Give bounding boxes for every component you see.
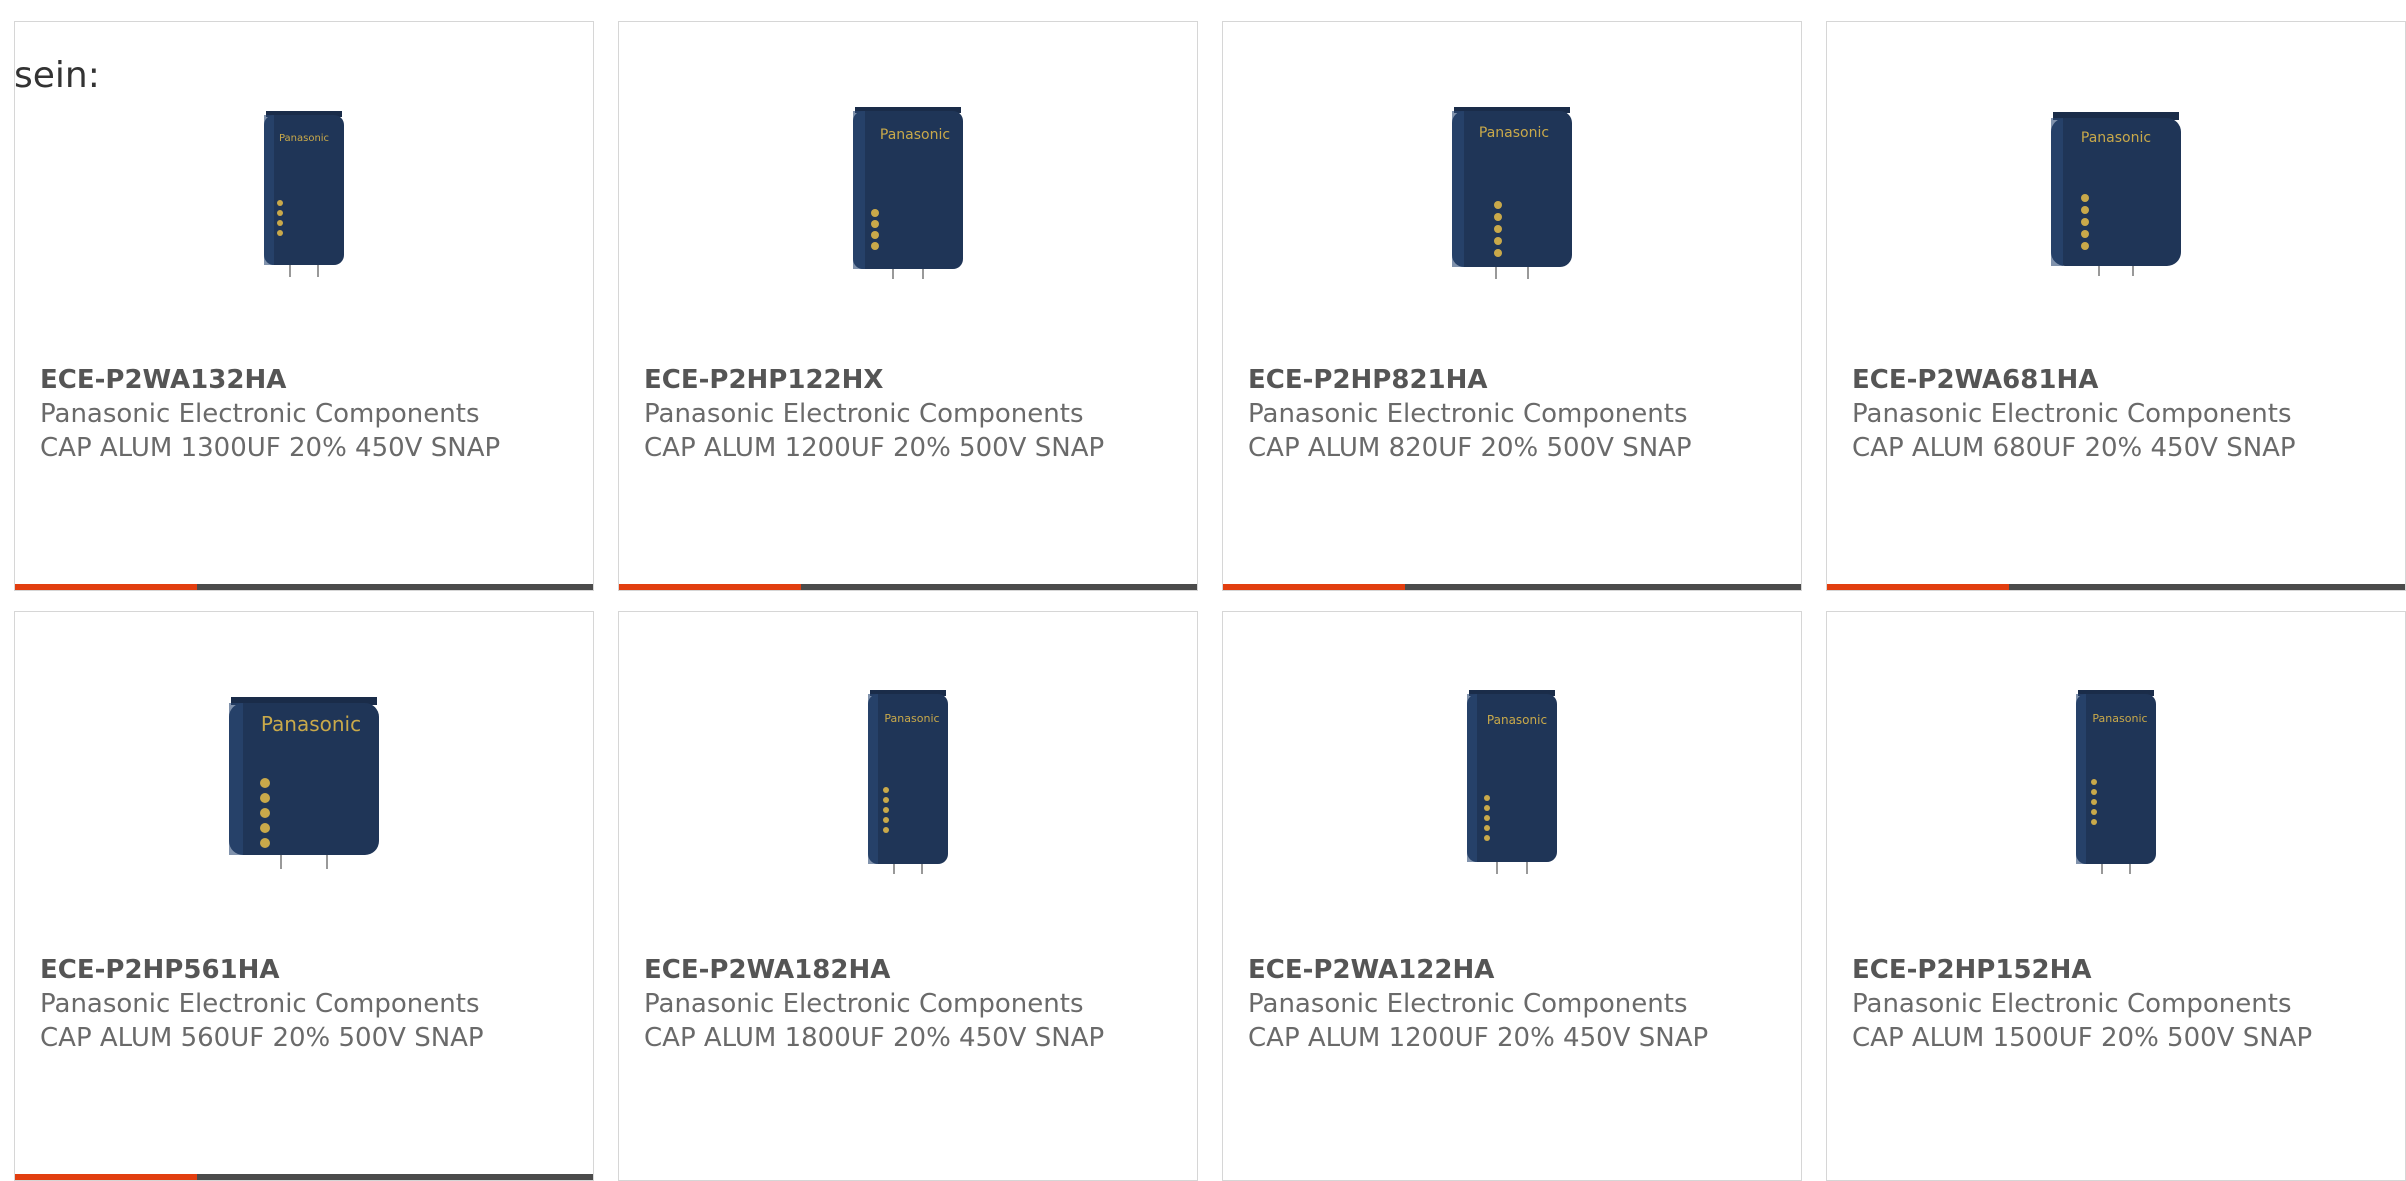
manufacturer-name: Panasonic Electronic Components <box>1248 989 1688 1019</box>
card-footer-bar <box>1223 584 1801 590</box>
product-grid: Panasonic ECE-P2WA132HA Panasonic Electr… <box>14 21 2406 1181</box>
card-accent-bar <box>15 584 197 590</box>
capacitor-icon[interactable]: Panasonic <box>808 678 1008 878</box>
svg-text:Panasonic: Panasonic <box>261 712 361 736</box>
svg-text:Panasonic: Panasonic <box>2081 130 2151 146</box>
product-card[interactable]: Panasonic ECE-P2WA132HA Panasonic Electr… <box>14 21 594 591</box>
manufacturer-name: Panasonic Electronic Components <box>1852 989 2292 1019</box>
product-description: CAP ALUM 1800UF 20% 450V SNAP <box>644 1023 1105 1053</box>
part-number-link[interactable]: ECE-P2HP152HA <box>1852 953 2385 987</box>
product-card[interactable]: Panasonic ECE-P2WA681HA Panasonic Electr… <box>1826 21 2406 591</box>
manufacturer-name: Panasonic Electronic Components <box>644 989 1084 1019</box>
product-card[interactable]: Panasonic ECE-P2HP821HA Panasonic Electr… <box>1222 21 1802 591</box>
product-description: CAP ALUM 820UF 20% 500V SNAP <box>1248 433 1692 463</box>
product-card[interactable]: Panasonic ECE-P2HP152HA Panasonic Electr… <box>1826 611 2406 1181</box>
product-description: CAP ALUM 560UF 20% 500V SNAP <box>40 1023 484 1053</box>
card-footer-bar <box>15 1174 593 1180</box>
part-number-link[interactable]: ECE-P2WA681HA <box>1852 363 2385 397</box>
product-card[interactable]: Panasonic ECE-P2WA182HA Panasonic Electr… <box>618 611 1198 1181</box>
svg-text:Panasonic: Panasonic <box>880 127 950 143</box>
part-number-link[interactable]: ECE-P2HP122HX <box>644 363 1177 397</box>
capacitor-icon[interactable]: Panasonic <box>1412 88 1612 288</box>
capacitor-icon[interactable]: Panasonic <box>2016 88 2216 288</box>
product-description: CAP ALUM 1500UF 20% 500V SNAP <box>1852 1023 2313 1053</box>
svg-text:Panasonic: Panasonic <box>2092 712 2147 725</box>
card-footer-bar <box>1827 584 2405 590</box>
capacitor-icon[interactable]: Panasonic <box>1412 678 1612 878</box>
product-description: CAP ALUM 1200UF 20% 500V SNAP <box>644 433 1105 463</box>
svg-text:Panasonic: Panasonic <box>279 133 329 144</box>
card-accent-bar <box>1827 584 2009 590</box>
intro-text: sein: <box>14 55 100 96</box>
svg-text:Panasonic: Panasonic <box>1479 125 1549 141</box>
product-description: CAP ALUM 680UF 20% 450V SNAP <box>1852 433 2296 463</box>
product-description: CAP ALUM 1300UF 20% 450V SNAP <box>40 433 501 463</box>
manufacturer-name: Panasonic Electronic Components <box>40 989 480 1019</box>
part-number-link[interactable]: ECE-P2WA122HA <box>1248 953 1781 987</box>
capacitor-icon[interactable]: Panasonic <box>204 678 404 878</box>
product-card[interactable]: Panasonic ECE-P2HP561HA Panasonic Electr… <box>14 611 594 1181</box>
manufacturer-name: Panasonic Electronic Components <box>1248 399 1688 429</box>
svg-text:Panasonic: Panasonic <box>1487 713 1547 727</box>
capacitor-icon[interactable]: Panasonic <box>808 88 1008 288</box>
card-footer-bar <box>15 584 593 590</box>
product-card[interactable]: Panasonic ECE-P2HP122HX Panasonic Electr… <box>618 21 1198 591</box>
card-accent-bar <box>1223 584 1405 590</box>
manufacturer-name: Panasonic Electronic Components <box>40 399 480 429</box>
card-footer-bar <box>619 584 1197 590</box>
part-number-link[interactable]: ECE-P2HP821HA <box>1248 363 1781 397</box>
capacitor-icon[interactable]: Panasonic <box>204 88 404 288</box>
part-number-link[interactable]: ECE-P2WA182HA <box>644 953 1177 987</box>
product-description: CAP ALUM 1200UF 20% 450V SNAP <box>1248 1023 1709 1053</box>
part-number-link[interactable]: ECE-P2HP561HA <box>40 953 573 987</box>
card-accent-bar <box>619 584 801 590</box>
manufacturer-name: Panasonic Electronic Components <box>644 399 1084 429</box>
product-card[interactable]: Panasonic ECE-P2WA122HA Panasonic Electr… <box>1222 611 1802 1181</box>
svg-text:Panasonic: Panasonic <box>884 712 939 725</box>
card-accent-bar <box>15 1174 197 1180</box>
manufacturer-name: Panasonic Electronic Components <box>1852 399 2292 429</box>
capacitor-icon[interactable]: Panasonic <box>2016 678 2216 878</box>
part-number-link[interactable]: ECE-P2WA132HA <box>40 363 573 397</box>
